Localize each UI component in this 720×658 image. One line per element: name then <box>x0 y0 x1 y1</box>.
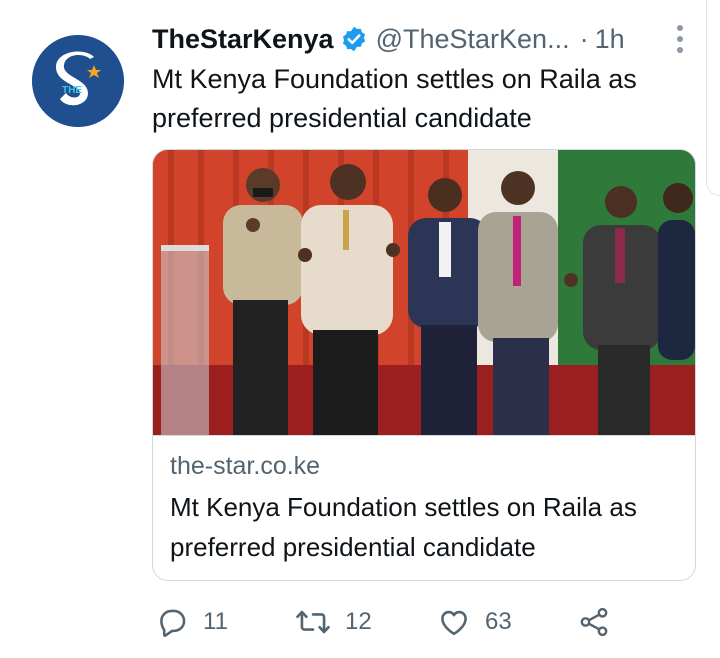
share-icon <box>580 607 608 637</box>
card-title: Mt Kenya Foundation settles on Raila as … <box>170 492 637 562</box>
retweet-count: 12 <box>345 608 372 635</box>
avatar[interactable]: THE <box>32 35 124 127</box>
separator-dot: · <box>579 23 589 54</box>
tweet[interactable]: THE TheStarKenya @TheStarKen... · 1h Mt … <box>0 0 720 658</box>
verified-badge-icon <box>342 26 365 52</box>
heart-icon <box>441 610 467 636</box>
tweet-actions: 11 12 63 <box>155 600 635 644</box>
more-options-icon[interactable] <box>670 22 690 56</box>
tweet-header: TheStarKenya @TheStarKen... · 1h <box>152 18 692 60</box>
tweet-text: Mt Kenya Foundation settles on Raila as … <box>152 64 637 133</box>
like-button[interactable]: 63 <box>437 600 512 644</box>
share-button[interactable] <box>577 600 611 644</box>
reply-button[interactable]: 11 <box>155 600 228 644</box>
timestamp[interactable]: 1h <box>595 24 625 55</box>
reply-count: 11 <box>203 608 228 635</box>
retweet-button[interactable]: 12 <box>295 600 372 644</box>
card-domain: the-star.co.ke <box>170 452 321 480</box>
reply-icon <box>160 609 186 637</box>
thestar-logo-icon: THE <box>32 35 124 127</box>
link-card[interactable]: the-star.co.ke Mt Kenya Foundation settl… <box>152 149 696 581</box>
author-handle[interactable]: @TheStarKen... <box>376 24 570 55</box>
retweet-icon <box>296 610 330 634</box>
card-image <box>153 150 695 436</box>
author-name[interactable]: TheStarKenya <box>152 24 334 55</box>
svg-text:THE: THE <box>62 85 82 96</box>
like-count: 63 <box>485 608 512 635</box>
